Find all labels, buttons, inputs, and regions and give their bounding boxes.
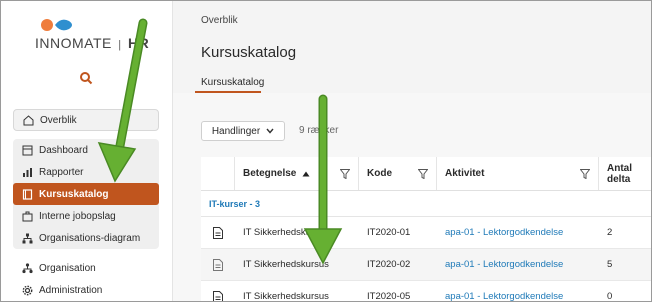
logo-separator: | [118, 39, 122, 51]
search-icon[interactable] [79, 71, 93, 85]
filter-icon[interactable] [580, 169, 590, 179]
sidebar-item-internal-jobs[interactable]: Interne jobopslag [13, 205, 159, 227]
logo-text-left: INNOMATE [35, 35, 112, 51]
briefcase-icon [21, 210, 33, 222]
page-title: Kursuskatalog [201, 44, 297, 61]
column-header-participants[interactable]: Antal delta [599, 157, 651, 190]
course-table: Betegnelse Kode Aktivitet Antal delta IT… [201, 157, 651, 302]
sidebar-item-label: Rapporter [39, 166, 84, 178]
sidebar-item-dashboard[interactable]: Dashboard [13, 139, 159, 161]
column-header-label: Betegnelse [243, 168, 297, 179]
column-header-name[interactable]: Betegnelse [235, 157, 359, 190]
org-chart-icon [21, 232, 33, 244]
table-row[interactable]: IT Sikkerhedskursus IT2020-01 apa-01 - L… [201, 217, 651, 249]
column-header-label: Antal delta [607, 162, 632, 185]
sidebar-bottom: Organisation Administration [13, 257, 159, 301]
sidebar-item-overview[interactable]: Overblik [13, 109, 159, 131]
row-count: 9 rækker [299, 125, 339, 136]
cell-activity-link[interactable]: apa-01 - Lektorgodkendelse [437, 249, 599, 280]
document-icon [201, 249, 235, 280]
cell-activity-link[interactable]: apa-01 - Lektorgodkendelse [437, 281, 599, 301]
sidebar-item-label: Organisations-diagram [39, 232, 141, 244]
chevron-down-icon [266, 128, 274, 134]
column-header-icon [201, 157, 235, 190]
column-header-code[interactable]: Kode [359, 157, 437, 190]
column-header-label: Kode [367, 168, 392, 179]
app-window: INNOMATE | HR Overblik Dashboard Rapport… [0, 0, 652, 302]
cell-name: IT Sikkerhedskursus [243, 291, 329, 302]
cell-activity-link[interactable]: apa-01 - Lektorgodkendelse [437, 217, 599, 248]
sidebar-item-label: Kursuskatalog [39, 188, 109, 200]
tab-course-catalog[interactable]: Kursuskatalog [195, 71, 270, 93]
filter-icon[interactable] [340, 169, 350, 179]
cell-code: IT2020-05 [367, 291, 411, 302]
sidebar-item-label: Overblik [40, 114, 77, 126]
breadcrumb[interactable]: Overblik [201, 15, 238, 26]
sort-ascending-icon[interactable] [302, 171, 310, 177]
sidebar-item-org-diagram[interactable]: Organisations-diagram [13, 227, 159, 249]
column-header-activity[interactable]: Aktivitet [437, 157, 599, 190]
table-row[interactable]: IT Sikkerhedskursus IT2020-05 apa-01 - L… [201, 281, 651, 302]
sidebar-item-reports[interactable]: Rapporter [13, 161, 159, 183]
cell-count: 5 [607, 259, 613, 270]
chart-icon [21, 166, 33, 178]
sidebar-item-label: Interne jobopslag [39, 210, 116, 222]
sidebar-nav: Overblik Dashboard Rapporter Kursuskatal… [13, 109, 159, 301]
logo-mark-icon [41, 19, 72, 31]
sidebar: INNOMATE | HR Overblik Dashboard Rapport… [1, 1, 173, 301]
filter-icon[interactable] [418, 169, 428, 179]
cell-name: IT Sikkerhedskursus [243, 227, 329, 238]
sidebar-item-course-catalog[interactable]: Kursuskatalog [13, 183, 159, 205]
table-header: Betegnelse Kode Aktivitet Antal delta [201, 157, 651, 191]
table-row[interactable]: IT Sikkerhedskursus IT2020-02 apa-01 - L… [201, 249, 651, 281]
group-header-it-courses[interactable]: IT-kurser - 3 [201, 191, 651, 217]
cell-count: 2 [607, 227, 613, 238]
sidebar-item-label: Administration [39, 284, 103, 296]
gear-icon [21, 284, 33, 296]
column-header-label: Aktivitet [445, 168, 485, 179]
home-icon [22, 114, 34, 126]
actions-label: Handlinger [211, 125, 261, 137]
cell-code: IT2020-01 [367, 227, 411, 238]
sidebar-item-label: Organisation [39, 262, 96, 274]
sidebar-item-administration[interactable]: Administration [13, 279, 159, 301]
sidebar-item-organisation[interactable]: Organisation [13, 257, 159, 279]
sidebar-group: Dashboard Rapporter Kursuskatalog Intern… [13, 139, 159, 249]
cell-code: IT2020-02 [367, 259, 411, 270]
actions-dropdown-button[interactable]: Handlinger [201, 121, 285, 141]
org-icon [21, 262, 33, 274]
logo-wordmark: INNOMATE | HR [35, 35, 149, 51]
sidebar-item-label: Dashboard [39, 144, 88, 156]
dashboard-icon [21, 144, 33, 156]
document-icon [201, 217, 235, 248]
cell-count: 0 [607, 291, 613, 302]
main-content: Overblik Kursuskatalog Kursuskatalog Han… [173, 1, 651, 302]
document-icon [201, 281, 235, 301]
logo: INNOMATE | HR [35, 17, 155, 57]
logo-text-right: HR [128, 35, 150, 51]
book-icon [21, 188, 33, 200]
cell-name: IT Sikkerhedskursus [243, 259, 329, 270]
